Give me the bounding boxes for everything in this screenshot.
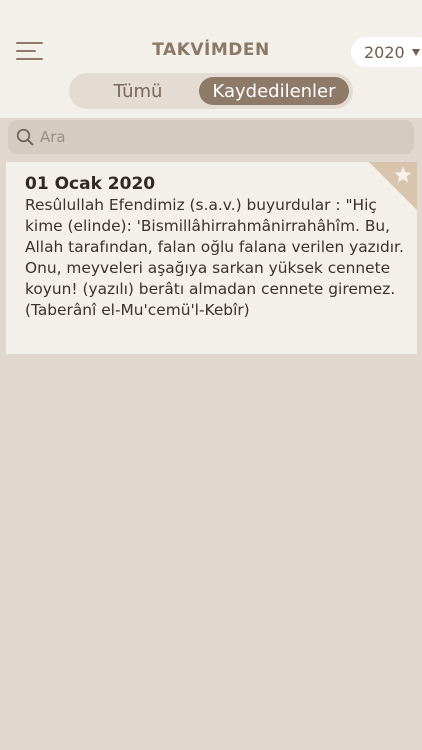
tab-saved[interactable]: Kaydedilenler bbox=[199, 77, 349, 105]
star-icon[interactable] bbox=[393, 165, 413, 185]
search-icon bbox=[16, 128, 34, 146]
search-input[interactable] bbox=[40, 120, 400, 154]
caret-down-icon bbox=[411, 48, 420, 56]
header-bar: TAKVİMDEN 2020 Tümü Kaydedilenler bbox=[0, 0, 422, 118]
tab-all[interactable]: Tümü bbox=[75, 77, 201, 105]
year-select[interactable]: 2020 bbox=[351, 37, 422, 67]
search-bar bbox=[8, 120, 414, 154]
entry-card[interactable]: 01 Ocak 2020 Resûlullah Efendimiz (s.a.v… bbox=[6, 162, 417, 354]
segmented-control: Tümü Kaydedilenler bbox=[69, 73, 353, 109]
entry-date: 01 Ocak 2020 bbox=[25, 174, 156, 194]
year-select-value: 2020 bbox=[364, 42, 405, 62]
entry-text: Resûlullah Efendimiz (s.a.v.) buyurdular… bbox=[25, 196, 404, 319]
